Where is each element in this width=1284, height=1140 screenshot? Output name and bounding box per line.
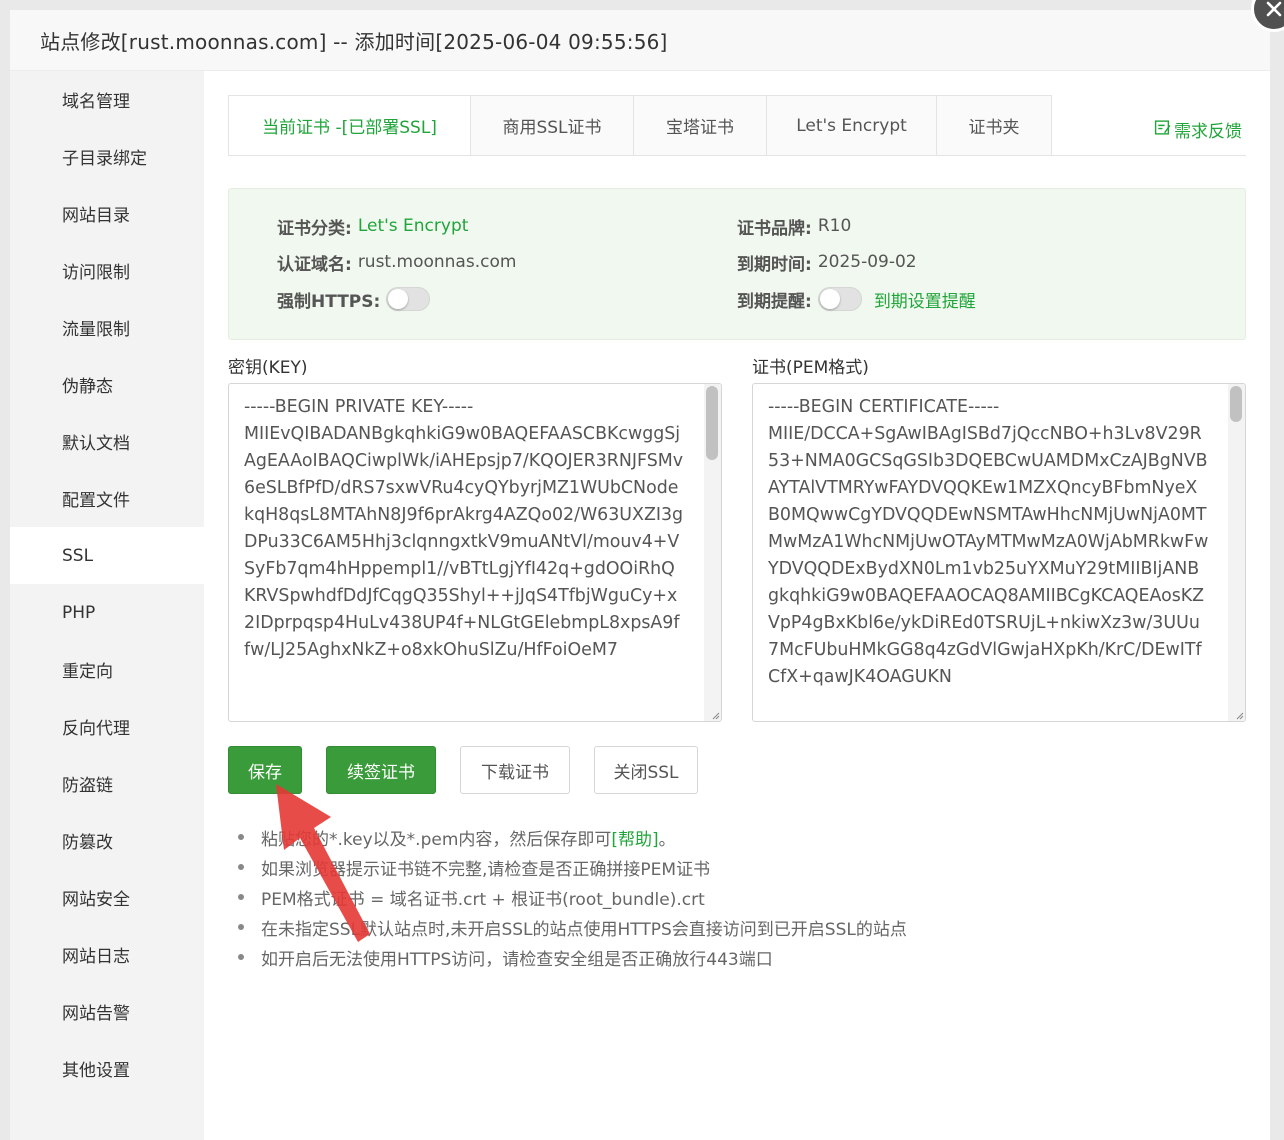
save-button[interactable]: 保存 bbox=[228, 746, 302, 794]
close-icon bbox=[1266, 1, 1282, 17]
force-https-toggle[interactable] bbox=[386, 287, 431, 311]
feedback-link[interactable]: 需求反馈 bbox=[1154, 117, 1242, 142]
sidebar-item-domain[interactable]: 域名管理 bbox=[10, 71, 204, 128]
sidebar-item-redirect[interactable]: 重定向 bbox=[10, 641, 204, 698]
cert-expire-value: 2025-09-02 bbox=[817, 252, 917, 272]
cert-expire-label: 到期时间: bbox=[737, 254, 812, 275]
tab-baota-cert[interactable]: 宝塔证书 bbox=[634, 95, 767, 156]
force-https-row: 强制HTTPS: bbox=[277, 286, 431, 312]
expire-remind-toggle[interactable] bbox=[817, 287, 862, 311]
expire-remind-label: 到期提醒: bbox=[737, 291, 812, 312]
resize-grip-icon[interactable] bbox=[1234, 710, 1244, 720]
dialog-header: 站点修改[rust.moonnas.com] -- 添加时间[2025-06-0… bbox=[10, 10, 1270, 71]
certificate-textarea[interactable]: -----BEGIN CERTIFICATE----- MIIE/DCCA+Sg… bbox=[752, 383, 1246, 722]
private-key-text: -----BEGIN PRIVATE KEY----- MIIEvQIBADAN… bbox=[244, 397, 684, 660]
bullet bbox=[238, 834, 244, 840]
sidebar-item-config[interactable]: 配置文件 bbox=[10, 470, 204, 527]
tip-item: 在未指定SSL默认站点时,未开启SSL的站点使用HTTPS会直接访问到已开启SS… bbox=[238, 912, 907, 942]
key-scrollbar[interactable] bbox=[704, 384, 721, 721]
private-key-textarea[interactable]: -----BEGIN PRIVATE KEY----- MIIEvQIBADAN… bbox=[228, 383, 722, 722]
sidebar-item-site-security[interactable]: 网站安全 bbox=[10, 869, 204, 926]
cert-category-label: 证书分类: bbox=[277, 218, 352, 239]
cert-scrollbar[interactable] bbox=[1228, 384, 1245, 721]
sidebar-item-subdir[interactable]: 子目录绑定 bbox=[10, 128, 204, 185]
close-ssl-button[interactable]: 关闭SSL bbox=[594, 746, 698, 794]
ssl-tabs: 当前证书 -[已部署SSL] 商用SSL证书 宝塔证书 Let's Encryp… bbox=[228, 95, 1052, 156]
sidebar-item-hotlink[interactable]: 防盗链 bbox=[10, 755, 204, 812]
tabs-divider bbox=[228, 155, 1246, 156]
sidebar-item-default-doc[interactable]: 默认文档 bbox=[10, 413, 204, 470]
toggle-knob bbox=[388, 289, 409, 309]
feedback-label: 需求反馈 bbox=[1174, 122, 1242, 142]
cert-domain-label: 认证域名: bbox=[277, 254, 352, 275]
cert-field-label: 证书(PEM格式) bbox=[752, 358, 869, 378]
sidebar-item-php[interactable]: PHP bbox=[10, 584, 204, 641]
sidebar-item-traffic-limit[interactable]: 流量限制 bbox=[10, 299, 204, 356]
tip-text: 粘贴您的*.key以及*.pem内容，然后保存即可 bbox=[261, 829, 612, 850]
force-https-label: 强制HTTPS: bbox=[277, 291, 381, 312]
cert-brand-value: R10 bbox=[817, 216, 852, 236]
tip-suffix: 。 bbox=[658, 829, 676, 850]
site-edit-dialog: 站点修改[rust.moonnas.com] -- 添加时间[2025-06-0… bbox=[10, 10, 1270, 1140]
tab-cert-folder[interactable]: 证书夹 bbox=[937, 95, 1052, 156]
tip-text: PEM格式证书 = 域名证书.crt + 根证书(root_bundle).cr… bbox=[261, 889, 705, 910]
cert-domain-row: 认证域名: rust.moonnas.com bbox=[277, 249, 516, 275]
ssl-panel: 当前证书 -[已部署SSL] 商用SSL证书 宝塔证书 Let's Encryp… bbox=[204, 71, 1270, 1140]
tip-item: 粘贴您的*.key以及*.pem内容，然后保存即可 [帮助]。 bbox=[238, 822, 907, 852]
cert-scroll-thumb[interactable] bbox=[1230, 386, 1242, 422]
tip-item: PEM格式证书 = 域名证书.crt + 根证书(root_bundle).cr… bbox=[238, 882, 907, 912]
tip-text: 在未指定SSL默认站点时,未开启SSL的站点使用HTTPS会直接访问到已开启SS… bbox=[261, 919, 907, 940]
bullet bbox=[238, 954, 244, 960]
set-remind-link[interactable]: 到期设置提醒 bbox=[874, 287, 976, 312]
sidebar-item-access-limit[interactable]: 访问限制 bbox=[10, 242, 204, 299]
renew-cert-button[interactable]: 续签证书 bbox=[326, 746, 436, 794]
dialog-title: 站点修改[rust.moonnas.com] -- 添加时间[2025-06-0… bbox=[40, 29, 668, 54]
help-link[interactable]: [帮助] bbox=[611, 825, 658, 850]
tab-current-cert[interactable]: 当前证书 -[已部署SSL] bbox=[228, 95, 471, 156]
tab-commercial-ssl[interactable]: 商用SSL证书 bbox=[471, 95, 634, 156]
sidebar-item-rewrite[interactable]: 伪静态 bbox=[10, 356, 204, 413]
sidebar-item-ssl[interactable]: SSL bbox=[10, 527, 204, 584]
tip-item: 如果浏览器提示证书链不完整,请检查是否正确拼接PEM证书 bbox=[238, 852, 907, 882]
cert-brand-row: 证书品牌: R10 bbox=[737, 213, 851, 239]
sidebar-item-other-settings[interactable]: 其他设置 bbox=[10, 1040, 204, 1097]
sidebar-item-tamper-proof[interactable]: 防篡改 bbox=[10, 812, 204, 869]
tab-lets-encrypt[interactable]: Let's Encrypt bbox=[767, 95, 937, 156]
toggle-knob bbox=[819, 289, 840, 309]
sidebar-item-site-log[interactable]: 网站日志 bbox=[10, 926, 204, 983]
tip-item: 如开启后无法使用HTTPS访问，请检查安全组是否正确放行443端口 bbox=[238, 942, 907, 972]
cert-category-value: Let's Encrypt bbox=[357, 216, 469, 236]
key-scroll-thumb[interactable] bbox=[706, 386, 718, 460]
feedback-icon bbox=[1154, 119, 1174, 141]
certificate-text: -----BEGIN CERTIFICATE----- MIIE/DCCA+Sg… bbox=[768, 397, 1209, 687]
sidebar-item-site-dir[interactable]: 网站目录 bbox=[10, 185, 204, 242]
sidebar-item-site-alert[interactable]: 网站告警 bbox=[10, 983, 204, 1040]
resize-grip-icon[interactable] bbox=[710, 710, 720, 720]
cert-domain-value: rust.moonnas.com bbox=[357, 252, 517, 272]
cert-brand-label: 证书品牌: bbox=[737, 218, 812, 239]
expire-remind-row: 到期提醒: 到期设置提醒 bbox=[737, 286, 976, 312]
tips-list: 粘贴您的*.key以及*.pem内容，然后保存即可 [帮助]。 如果浏览器提示证书… bbox=[238, 822, 907, 972]
tip-text: 如果浏览器提示证书链不完整,请检查是否正确拼接PEM证书 bbox=[261, 859, 711, 880]
sidebar-item-reverse-proxy[interactable]: 反向代理 bbox=[10, 698, 204, 755]
bullet bbox=[238, 894, 244, 900]
download-cert-button[interactable]: 下载证书 bbox=[460, 746, 570, 794]
cert-info-box: 证书分类: Let's Encrypt 证书品牌: R10 认证域名: rust… bbox=[228, 188, 1246, 340]
key-field-label: 密钥(KEY) bbox=[228, 358, 308, 378]
cert-category-row: 证书分类: Let's Encrypt bbox=[277, 213, 468, 239]
bullet bbox=[238, 924, 244, 930]
bullet bbox=[238, 864, 244, 870]
cert-expire-row: 到期时间: 2025-09-02 bbox=[737, 249, 917, 275]
tip-text: 如开启后无法使用HTTPS访问，请检查安全组是否正确放行443端口 bbox=[261, 949, 773, 970]
sidebar: 域名管理 子目录绑定 网站目录 访问限制 流量限制 伪静态 默认文档 配置文件 … bbox=[10, 71, 204, 1140]
